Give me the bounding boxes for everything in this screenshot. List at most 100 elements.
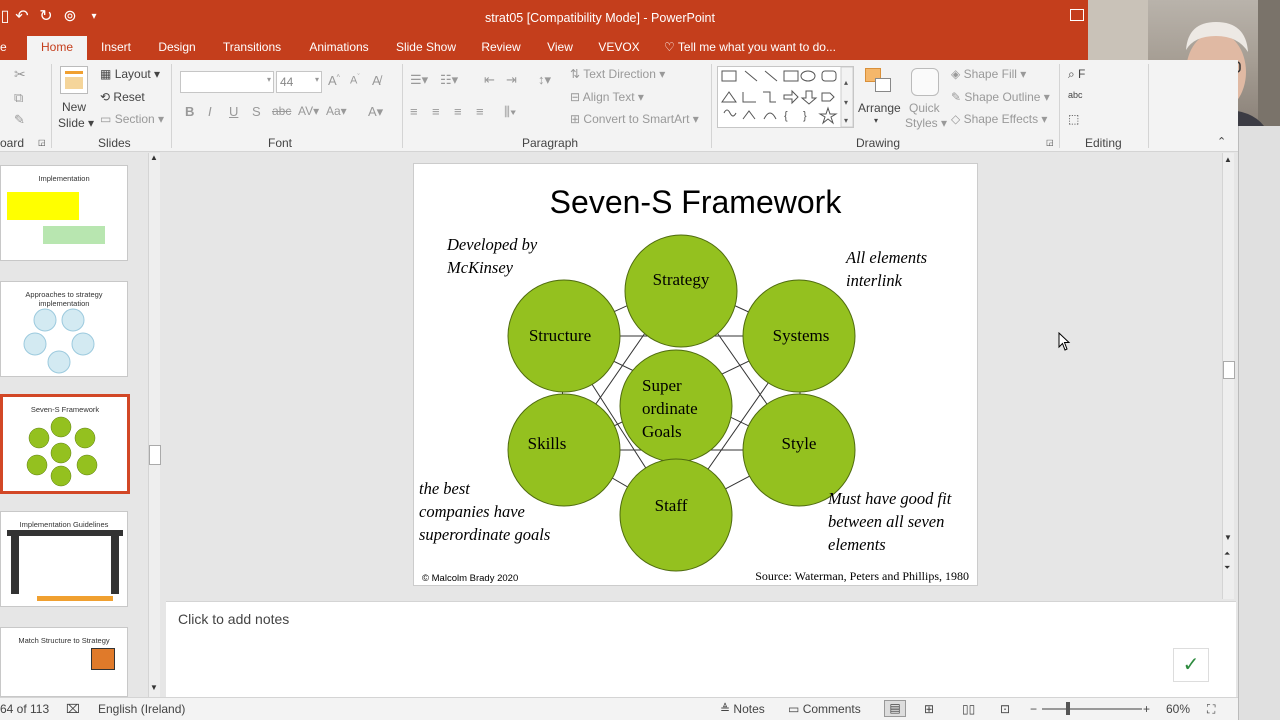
- clear-formatting-icon[interactable]: A̸: [372, 73, 381, 88]
- new-slide-icon[interactable]: [60, 66, 88, 94]
- tab-insert[interactable]: Insert: [95, 36, 137, 60]
- clipboard-launcher-icon[interactable]: ◲: [38, 138, 46, 147]
- font-size-field[interactable]: 44 ▾: [276, 71, 322, 93]
- reading-view-icon[interactable]: ▯▯: [962, 702, 975, 716]
- scroll-up-icon[interactable]: ▲: [1224, 155, 1232, 164]
- notes-button[interactable]: ≜ Notes: [720, 702, 765, 716]
- shape-outline-button[interactable]: ✎ Shape Outline ▾: [951, 90, 1050, 104]
- tab-transitions[interactable]: Transitions: [219, 36, 285, 60]
- underline-icon[interactable]: U: [229, 104, 238, 119]
- collapse-ribbon-icon[interactable]: ⌃: [1217, 135, 1226, 148]
- text-direction-button[interactable]: ⇅ Text Direction ▾: [570, 67, 665, 81]
- ribbon-display-options-icon[interactable]: [1070, 9, 1084, 21]
- normal-view-icon[interactable]: ▤: [884, 700, 906, 717]
- tab-review[interactable]: Review: [477, 36, 525, 60]
- shape-fill-button[interactable]: ◈ Shape Fill ▾: [951, 67, 1026, 81]
- skills-label: Skills: [527, 434, 567, 453]
- find-icon[interactable]: ⌕ F: [1068, 67, 1085, 82]
- comments-button[interactable]: ▭ Comments: [788, 702, 861, 716]
- align-center-icon[interactable]: ≡: [432, 104, 440, 119]
- previous-slide-icon[interactable]: ⏶: [1224, 549, 1230, 559]
- next-slide-icon[interactable]: ⏷: [1224, 563, 1230, 573]
- numbering-icon[interactable]: ☷▾: [440, 72, 458, 88]
- slide-thumbnail-selected[interactable]: Seven-S Framework: [0, 394, 130, 494]
- section-button[interactable]: ▭ Section ▾: [100, 112, 164, 126]
- zoom-slider-thumb[interactable]: [1066, 702, 1070, 715]
- tab-file[interactable]: e: [0, 36, 7, 60]
- slide-thumbnail[interactable]: Implementation Guidelines: [0, 511, 128, 607]
- columns-icon[interactable]: ⫼▾: [504, 104, 516, 120]
- slide-thumbnail[interactable]: Approaches to strategy implementation: [0, 281, 128, 377]
- reset-button[interactable]: ⟲ Reset: [100, 90, 145, 104]
- scroll-down-icon[interactable]: ▼: [1224, 533, 1232, 542]
- checkmark-icon[interactable]: ✓: [1173, 648, 1209, 682]
- slide-sorter-icon[interactable]: ⊞: [924, 702, 934, 716]
- justify-icon[interactable]: ≡: [476, 104, 484, 119]
- font-color-icon[interactable]: A▾: [368, 104, 383, 120]
- strikethrough-icon[interactable]: abc: [272, 104, 291, 118]
- superordinate-goals-label: Super ordinate Goals: [642, 376, 698, 441]
- chevron-down-icon: ▾: [266, 75, 271, 84]
- tab-design[interactable]: Design: [153, 36, 201, 60]
- arrange-icon[interactable]: [865, 68, 893, 96]
- shadow-icon[interactable]: S: [252, 104, 261, 119]
- new-slide-dropdown[interactable]: Slide ▾: [58, 116, 94, 130]
- notes-placeholder: Click to add notes: [178, 611, 290, 627]
- tab-vevox[interactable]: VEVOX: [595, 36, 643, 60]
- bullets-icon[interactable]: ☰▾: [410, 72, 428, 88]
- decrease-font-icon[interactable]: Aˇ: [350, 74, 360, 87]
- tab-animations[interactable]: Animations: [303, 36, 375, 60]
- change-case-icon[interactable]: Aa▾: [326, 104, 347, 118]
- fit-to-window-icon[interactable]: ⛶: [1207, 702, 1215, 717]
- increase-indent-icon[interactable]: ⇥: [506, 72, 517, 88]
- align-text-button[interactable]: ⊟ Align Text ▾: [570, 90, 644, 104]
- scrollbar-thumb[interactable]: [149, 445, 161, 465]
- scroll-up-icon[interactable]: ▲: [150, 153, 158, 162]
- zoom-out-icon[interactable]: −: [1030, 702, 1037, 716]
- slide-content[interactable]: Seven-S Framework Strategy Structure Sys…: [413, 163, 978, 586]
- char-spacing-icon[interactable]: AV▾: [298, 104, 319, 118]
- replace-icon[interactable]: abc: [1068, 90, 1083, 100]
- quick-styles-dropdown[interactable]: Styles ▾: [905, 116, 947, 130]
- align-right-icon[interactable]: ≡: [454, 104, 462, 119]
- quick-styles-icon[interactable]: [911, 68, 939, 96]
- copy-icon[interactable]: ⧉: [14, 90, 23, 106]
- tell-me-box[interactable]: ♡ Tell me what you want to do...: [664, 40, 836, 54]
- slide-scrollbar[interactable]: ▲ ▼ ⏶ ⏷: [1222, 153, 1235, 599]
- tab-slide-show[interactable]: Slide Show: [393, 36, 459, 60]
- scroll-down-icon[interactable]: ▼: [150, 683, 158, 692]
- spellcheck-icon[interactable]: ⌧: [66, 702, 80, 716]
- drawing-launcher-icon[interactable]: ◲: [1046, 138, 1054, 147]
- slide-thumbnail[interactable]: Implementation: [0, 165, 128, 261]
- italic-icon[interactable]: I: [208, 104, 212, 119]
- zoom-in-icon[interactable]: +: [1143, 702, 1150, 716]
- thumbnail-scrollbar[interactable]: ▲ ▼: [148, 153, 161, 697]
- format-painter-icon[interactable]: ✎: [14, 112, 25, 128]
- quick-styles-label[interactable]: Quick: [909, 101, 940, 115]
- slide-thumbnail[interactable]: Match Structure to Strategy: [0, 627, 128, 697]
- convert-smartart-button[interactable]: ⊞ Convert to SmartArt ▾: [570, 112, 699, 126]
- zoom-slider[interactable]: [1042, 702, 1142, 715]
- select-icon[interactable]: ⬚: [1068, 112, 1079, 126]
- new-slide-label[interactable]: New: [62, 100, 86, 114]
- notes-pane[interactable]: Click to add notes: [166, 601, 1236, 697]
- bold-icon[interactable]: B: [185, 104, 194, 119]
- tab-home[interactable]: Home: [27, 36, 87, 60]
- slide-show-icon[interactable]: ⊡: [1000, 702, 1010, 716]
- layout-button[interactable]: ▦ Layout ▾: [100, 67, 160, 81]
- language-indicator[interactable]: English (Ireland): [98, 702, 185, 716]
- shape-effects-button[interactable]: ◇ Shape Effects ▾: [951, 112, 1047, 126]
- shapes-gallery[interactable]: {} ▴ ▾ ▾: [717, 66, 854, 128]
- zoom-level[interactable]: 60%: [1166, 702, 1190, 716]
- window-edge: [1238, 126, 1280, 720]
- align-left-icon[interactable]: ≡: [410, 104, 418, 119]
- cut-icon[interactable]: ✂: [14, 66, 26, 83]
- tab-view[interactable]: View: [543, 36, 577, 60]
- font-name-field[interactable]: ▾: [180, 71, 274, 93]
- arrange-label[interactable]: Arrange: [858, 101, 901, 115]
- arrange-chevron-icon[interactable]: ▾: [874, 116, 878, 125]
- increase-font-icon[interactable]: A^: [328, 73, 340, 88]
- decrease-indent-icon[interactable]: ⇤: [484, 72, 495, 88]
- line-spacing-icon[interactable]: ↕▾: [538, 72, 551, 88]
- scrollbar-thumb[interactable]: [1223, 361, 1235, 379]
